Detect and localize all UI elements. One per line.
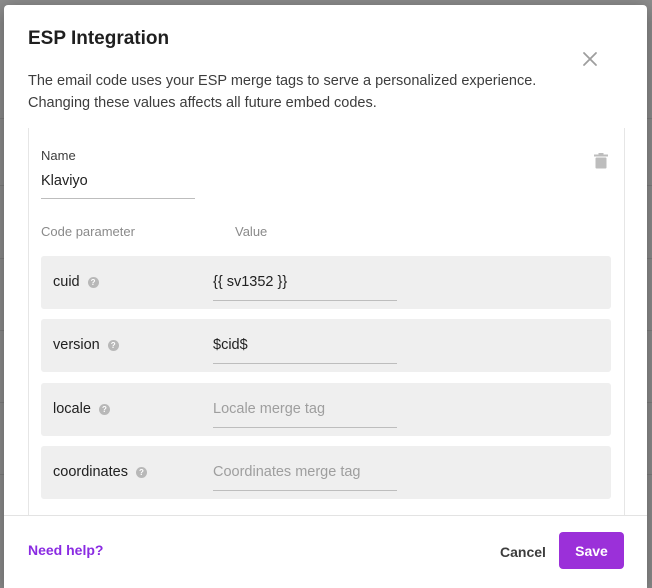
param-placeholder: Locale merge tag bbox=[213, 401, 326, 417]
param-row-locale: locale ? Locale merge tag bbox=[41, 383, 611, 436]
param-label: locale bbox=[53, 401, 91, 417]
help-icon[interactable]: ? bbox=[107, 339, 119, 351]
param-row-version: version ? $cid$ bbox=[41, 319, 611, 372]
close-icon[interactable] bbox=[578, 47, 602, 71]
param-name: cuid ? bbox=[53, 274, 99, 290]
param-value-input[interactable]: Locale merge tag bbox=[213, 393, 397, 428]
save-button[interactable]: Save bbox=[559, 532, 624, 569]
help-icon[interactable]: ? bbox=[87, 276, 99, 288]
param-name: version ? bbox=[53, 337, 119, 353]
help-icon[interactable]: ? bbox=[135, 466, 147, 478]
param-row-cuid: cuid ? {{ sv1352 }} bbox=[41, 256, 611, 309]
param-value-input[interactable]: {{ sv1352 }} bbox=[213, 266, 397, 301]
param-value: {{ sv1352 }} bbox=[213, 274, 288, 290]
param-label: coordinates bbox=[53, 464, 128, 480]
name-field[interactable]: Klaviyo bbox=[41, 170, 195, 199]
trash-icon[interactable] bbox=[594, 153, 608, 169]
param-name: locale ? bbox=[53, 401, 110, 417]
integration-panel: Name Klaviyo Code parameter Value cuid ?… bbox=[28, 128, 625, 515]
name-label: Name bbox=[41, 148, 76, 163]
param-name: coordinates ? bbox=[53, 464, 147, 480]
param-value-input[interactable]: $cid$ bbox=[213, 329, 397, 364]
cancel-button[interactable]: Cancel bbox=[500, 544, 546, 560]
param-row-coordinates: coordinates ? Coordinates merge tag bbox=[41, 446, 611, 499]
help-icon[interactable]: ? bbox=[98, 403, 110, 415]
esp-integration-dialog: ESP Integration The email code uses your… bbox=[4, 5, 647, 588]
param-label: version bbox=[53, 337, 100, 353]
need-help-link[interactable]: Need help? bbox=[28, 542, 103, 558]
param-label: cuid bbox=[53, 274, 80, 290]
name-value: Klaviyo bbox=[41, 173, 88, 189]
dialog-footer: Need help? Cancel Save bbox=[4, 515, 647, 588]
dialog-description: The email code uses your ESP merge tags … bbox=[28, 70, 588, 114]
param-placeholder: Coordinates merge tag bbox=[213, 464, 361, 480]
description-line-2: Changing these values affects all future… bbox=[28, 95, 377, 111]
param-value-input[interactable]: Coordinates merge tag bbox=[213, 456, 397, 491]
param-value: $cid$ bbox=[213, 337, 248, 353]
description-line-1: The email code uses your ESP merge tags … bbox=[28, 73, 537, 89]
column-header-parameter: Code parameter bbox=[41, 224, 135, 239]
dialog-title: ESP Integration bbox=[28, 28, 170, 49]
column-header-value: Value bbox=[235, 224, 268, 239]
